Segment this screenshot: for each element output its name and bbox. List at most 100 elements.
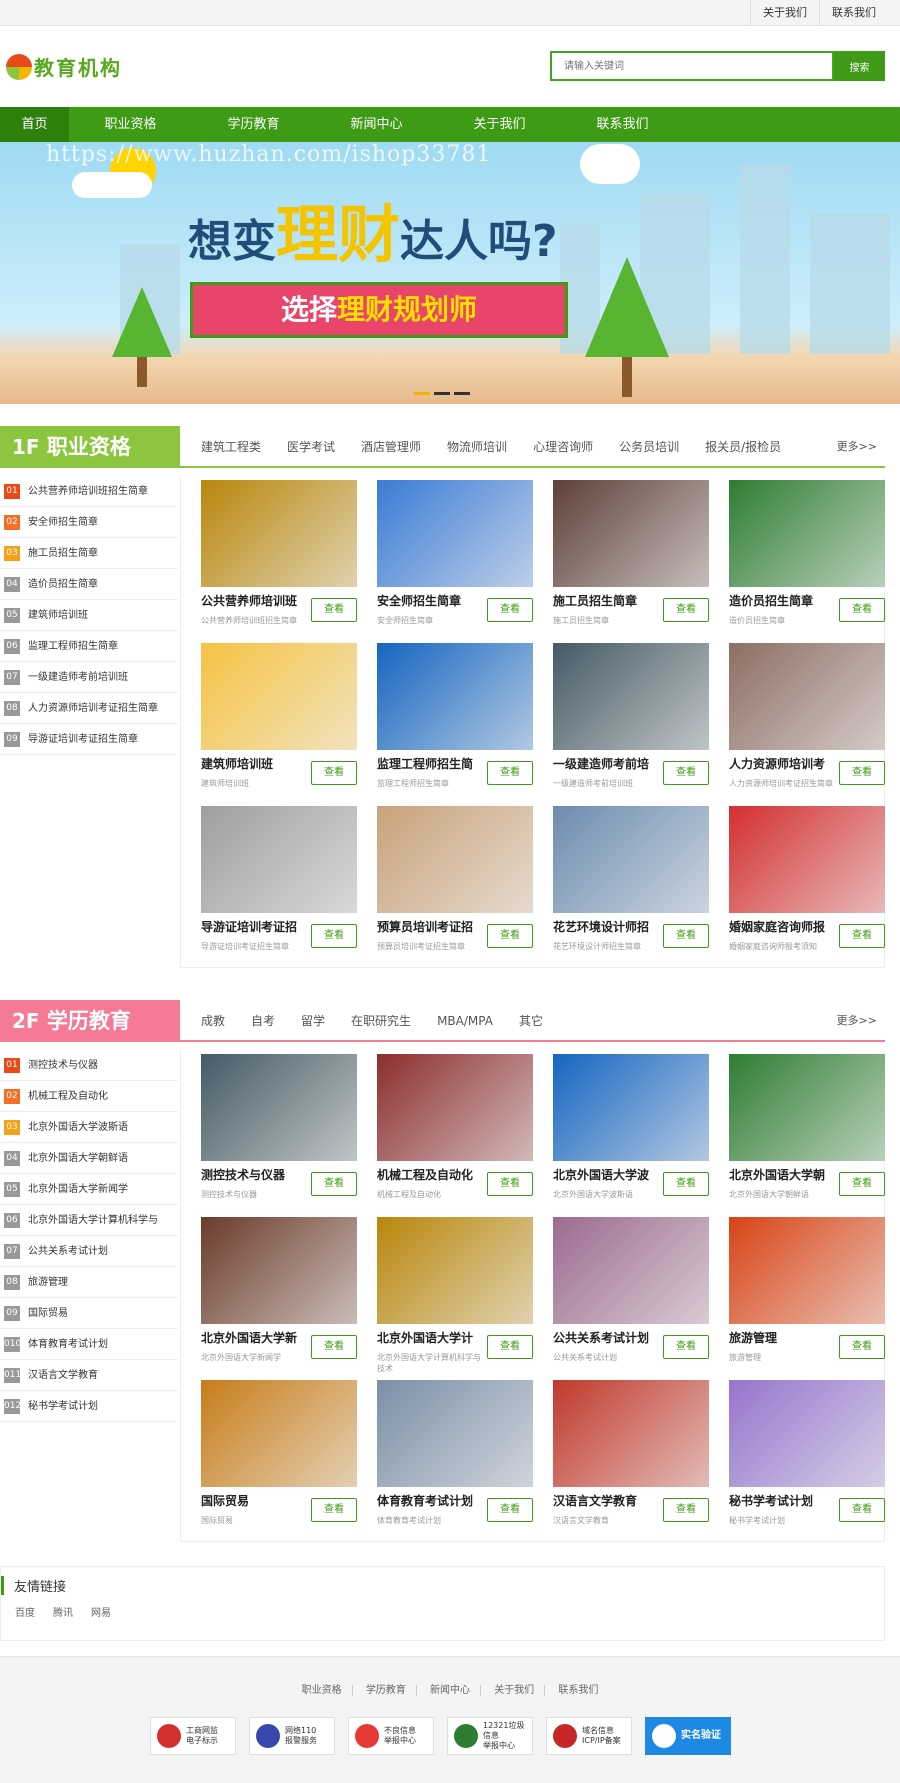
- course-thumbnail[interactable]: [201, 643, 357, 750]
- course-title[interactable]: 施工员招生简章: [553, 592, 653, 609]
- course-title[interactable]: 花艺环境设计师招: [553, 918, 653, 935]
- floor-tab[interactable]: 自考: [238, 1000, 288, 1040]
- view-button[interactable]: 查看: [487, 761, 533, 785]
- course-title[interactable]: 安全师招生简章: [377, 592, 477, 609]
- view-button[interactable]: 查看: [839, 1172, 885, 1196]
- nav-about[interactable]: 关于我们: [438, 107, 561, 142]
- view-button[interactable]: 查看: [487, 598, 533, 622]
- floor-tab[interactable]: 建筑工程类: [188, 426, 274, 466]
- view-button[interactable]: 查看: [839, 924, 885, 948]
- more-link[interactable]: 更多>>: [837, 426, 877, 468]
- view-button[interactable]: 查看: [839, 1335, 885, 1359]
- course-thumbnail[interactable]: [377, 1054, 533, 1161]
- view-button[interactable]: 查看: [311, 1335, 357, 1359]
- course-title[interactable]: 人力资源师培训考: [729, 755, 829, 772]
- course-card[interactable]: 建筑师培训班 建筑师培训班 查看: [201, 643, 357, 798]
- view-button[interactable]: 查看: [311, 598, 357, 622]
- view-button[interactable]: 查看: [663, 1498, 709, 1522]
- course-thumbnail[interactable]: [553, 480, 709, 587]
- footer-badge[interactable]: 域名信息 ICP/IP备案: [546, 1717, 632, 1755]
- floor-tab[interactable]: 成教: [188, 1000, 238, 1040]
- side-list-item[interactable]: 08 人力资源师培训考证招生简章: [0, 693, 178, 724]
- course-title[interactable]: 国际贸易: [201, 1492, 301, 1509]
- side-list-item[interactable]: 01 测控技术与仪器: [0, 1050, 178, 1081]
- course-card[interactable]: 人力资源师培训考 人力资源师培训考证招生简章 查看: [729, 643, 885, 798]
- course-thumbnail[interactable]: [201, 480, 357, 587]
- course-card[interactable]: 秘书学考试计划 秘书学考试计划 查看: [729, 1380, 885, 1535]
- course-card[interactable]: 北京外国语大学计 北京外国语大学计算机科学与技术 查看: [377, 1217, 533, 1373]
- nav-career[interactable]: 职业资格: [69, 107, 192, 142]
- floor-tab[interactable]: 物流师培训: [434, 426, 520, 466]
- course-thumbnail[interactable]: [553, 806, 709, 913]
- course-title[interactable]: 北京外国语大学波: [553, 1166, 653, 1183]
- hero-banner[interactable]: https://www.huzhan.com/ishop33781 想变理财达人…: [0, 142, 900, 404]
- course-title[interactable]: 北京外国语大学朝: [729, 1166, 829, 1183]
- side-list-item[interactable]: 09 国际贸易: [0, 1298, 178, 1329]
- side-list-item[interactable]: 02 机械工程及自动化: [0, 1081, 178, 1112]
- footer-badge[interactable]: 12321垃圾信息 举报中心: [447, 1717, 533, 1755]
- side-list-item[interactable]: 04 北京外国语大学朝鲜语: [0, 1143, 178, 1174]
- course-title[interactable]: 公共营养师培训班: [201, 592, 301, 609]
- carousel-dot[interactable]: [454, 392, 470, 395]
- floor-tab[interactable]: 其它: [506, 1000, 556, 1040]
- nav-news[interactable]: 新闻中心: [315, 107, 438, 142]
- footer-link[interactable]: 关于我们: [484, 1685, 546, 1696]
- view-button[interactable]: 查看: [487, 1335, 533, 1359]
- course-thumbnail[interactable]: [377, 1217, 533, 1324]
- course-card[interactable]: 体育教育考试计划 体育教育考试计划 查看: [377, 1380, 533, 1535]
- footer-badge[interactable]: 网络110 报警服务: [249, 1717, 335, 1755]
- course-thumbnail[interactable]: [201, 806, 357, 913]
- course-card[interactable]: 旅游管理 旅游管理 查看: [729, 1217, 885, 1372]
- course-thumbnail[interactable]: [553, 1217, 709, 1324]
- side-list-item[interactable]: 04 造价员招生简章: [0, 569, 178, 600]
- course-thumbnail[interactable]: [729, 1217, 885, 1324]
- course-title[interactable]: 建筑师培训班: [201, 755, 301, 772]
- course-thumbnail[interactable]: [553, 1380, 709, 1487]
- course-title[interactable]: 公共关系考试计划: [553, 1329, 653, 1346]
- course-title[interactable]: 北京外国语大学计: [377, 1329, 477, 1346]
- course-thumbnail[interactable]: [201, 1380, 357, 1487]
- nav-home[interactable]: 首页: [0, 107, 69, 142]
- side-list-item[interactable]: 012 秘书学考试计划: [0, 1391, 178, 1422]
- course-card[interactable]: 安全师招生简章 安全师招生简章 查看: [377, 480, 533, 635]
- side-list-item[interactable]: 011 汉语言文学教育: [0, 1360, 178, 1391]
- course-card[interactable]: 北京外国语大学波 北京外国语大学波斯语 查看: [553, 1054, 709, 1209]
- floor-tab[interactable]: 报关员/报检员: [692, 426, 794, 466]
- view-button[interactable]: 查看: [663, 598, 709, 622]
- view-button[interactable]: 查看: [487, 1498, 533, 1522]
- nav-contact[interactable]: 联系我们: [561, 107, 684, 142]
- course-thumbnail[interactable]: [377, 806, 533, 913]
- view-button[interactable]: 查看: [839, 598, 885, 622]
- view-button[interactable]: 查看: [839, 1498, 885, 1522]
- course-thumbnail[interactable]: [377, 643, 533, 750]
- course-thumbnail[interactable]: [729, 1380, 885, 1487]
- course-card[interactable]: 预算员培训考证招 预算员培训考证招生简章 查看: [377, 806, 533, 961]
- course-thumbnail[interactable]: [553, 1054, 709, 1161]
- course-title[interactable]: 体育教育考试计划: [377, 1492, 477, 1509]
- side-list-item[interactable]: 03 北京外国语大学波斯语: [0, 1112, 178, 1143]
- nav-degree[interactable]: 学历教育: [192, 107, 315, 142]
- view-button[interactable]: 查看: [663, 924, 709, 948]
- course-title[interactable]: 汉语言文学教育: [553, 1492, 653, 1509]
- course-card[interactable]: 婚姻家庭咨询师报 婚姻家庭咨询师报考须知 查看: [729, 806, 885, 961]
- side-list-item[interactable]: 06 北京外国语大学计算机科学与: [0, 1205, 178, 1236]
- course-card[interactable]: 机械工程及自动化 机械工程及自动化 查看: [377, 1054, 533, 1209]
- course-thumbnail[interactable]: [377, 480, 533, 587]
- more-link[interactable]: 更多>>: [837, 1000, 877, 1042]
- view-button[interactable]: 查看: [663, 1172, 709, 1196]
- view-button[interactable]: 查看: [839, 761, 885, 785]
- floor-tab[interactable]: 医学考试: [274, 426, 348, 466]
- course-card[interactable]: 测控技术与仪器 测控技术与仪器 查看: [201, 1054, 357, 1209]
- side-list-item[interactable]: 03 施工员招生简章: [0, 538, 178, 569]
- floor-tab[interactable]: 心理咨询师: [520, 426, 606, 466]
- course-title[interactable]: 造价员招生简章: [729, 592, 829, 609]
- site-logo[interactable]: 教育机构: [6, 52, 122, 81]
- view-button[interactable]: 查看: [311, 1498, 357, 1522]
- floor-tab[interactable]: MBA/MPA: [424, 1000, 506, 1040]
- course-card[interactable]: 造价员招生简章 造价员招生简章 查看: [729, 480, 885, 635]
- side-list-item[interactable]: 01 公共营养师培训班招生简章: [0, 476, 178, 507]
- side-list-item[interactable]: 02 安全师招生简章: [0, 507, 178, 538]
- course-title[interactable]: 一级建造师考前培: [553, 755, 653, 772]
- floor-tab[interactable]: 留学: [288, 1000, 338, 1040]
- course-card[interactable]: 汉语言文学教育 汉语言文学教育 查看: [553, 1380, 709, 1535]
